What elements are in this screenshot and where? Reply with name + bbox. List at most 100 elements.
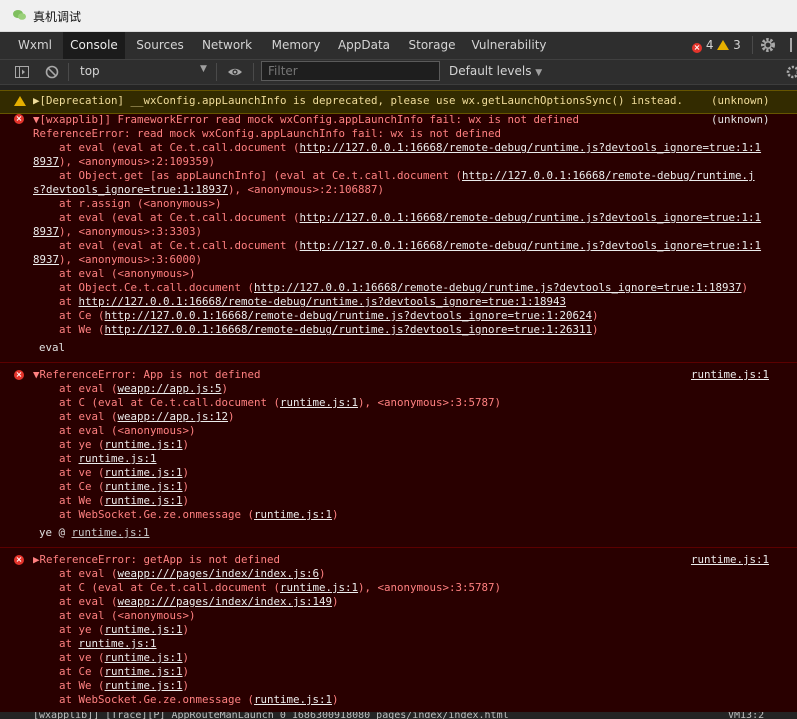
stack-link[interactable]: runtime.js:1 (105, 494, 183, 507)
stack-frame: at eval (eval at Ce.t.call.document ( (33, 211, 300, 224)
stack-frame: at r.assign (<anonymous>) (33, 197, 222, 210)
stack-link[interactable]: http://127.0.0.1:16668/remote-debug/runt… (105, 323, 593, 336)
tab-memory[interactable]: Memory (266, 32, 326, 59)
clear-console-icon[interactable] (44, 64, 60, 80)
stack-link[interactable]: runtime.js:1 (79, 452, 157, 465)
context-dropdown-icon[interactable]: ▼ (200, 64, 207, 74)
log-text: [wxapplib]] [Trace][P] AppRouteManLaunch… (33, 712, 509, 719)
stack-frame: ), <anonymous>:2:106887) (228, 183, 385, 196)
stack-link[interactable]: runtime.js:1 (105, 438, 183, 451)
error-source: (unknown) (711, 113, 770, 126)
stack-frame: at ye ( (33, 438, 105, 451)
tab-console[interactable]: Console (63, 32, 125, 59)
stack-frame: at We ( (33, 679, 105, 692)
warning-source: (unknown) (711, 94, 770, 107)
stack-frame: at Ce ( (33, 665, 105, 678)
stack-link[interactable]: http://127.0.0.1:16668/remote-debug/runt… (462, 169, 755, 182)
stack-link[interactable]: runtime.js:1 (254, 508, 332, 521)
stack-frame: at (33, 452, 79, 465)
stack-frame: ) (182, 466, 190, 479)
stack-frame: ) (182, 651, 190, 664)
stack-link[interactable]: weapp:///pages/index/index.js:6 (118, 567, 320, 580)
stack-frame: ) (332, 693, 339, 706)
stack-frame: at ye ( (33, 623, 105, 636)
context-selector[interactable]: top (80, 64, 100, 78)
stack-link[interactable]: 8937 (33, 253, 59, 266)
tab-network[interactable]: Network (196, 32, 258, 59)
stack-frame: at WebSocket.Ge.ze.onmessage ( (33, 693, 255, 706)
stack-frame: at C (eval at Ce.t.call.document ( (33, 396, 281, 409)
stack-frame: ), <anonymous>:3:5787) (358, 581, 502, 594)
stack-link[interactable]: runtime.js:1 (105, 651, 183, 664)
error-count-icon: × (692, 43, 702, 53)
stack-link[interactable]: http://127.0.0.1:16668/remote-debug/runt… (300, 239, 762, 252)
stack-link[interactable]: http://127.0.0.1:16668/remote-debug/runt… (254, 281, 742, 294)
stack-frame: ) (182, 623, 190, 636)
stack-link[interactable]: http://127.0.0.1:16668/remote-debug/runt… (79, 295, 567, 308)
toggle-sidebar-icon[interactable] (14, 64, 30, 80)
issue-counts[interactable]: × 4 3 (692, 38, 741, 53)
settings-gear-icon[interactable] (759, 36, 777, 54)
stack-frame: at (33, 295, 79, 308)
stack-link[interactable]: runtime.js:1 (79, 637, 157, 650)
stack-link[interactable]: http://127.0.0.1:16668/remote-debug/runt… (300, 141, 762, 154)
stack-frame: at eval ( (33, 410, 118, 423)
stack-frame: at eval ( (33, 567, 118, 580)
stack-frame: at eval (eval at Ce.t.call.document ( (33, 141, 300, 154)
stack-link[interactable]: runtime.js:1 (105, 679, 183, 692)
stack-frame: ), <anonymous>:3:5787) (358, 396, 502, 409)
stack-frame: at eval ( (33, 595, 118, 608)
stack-link[interactable]: runtime.js:1 (105, 480, 183, 493)
stack-link[interactable]: s?devtools_ignore=true:1:18937 (33, 183, 228, 196)
error-count: 4 (705, 38, 714, 52)
tab-appdata[interactable]: AppData (333, 32, 395, 59)
stack-link[interactable]: weapp://app.js:12 (118, 410, 229, 423)
stack-frame: at Object.Ce.t.call.document ( (33, 281, 255, 294)
stack-link[interactable]: http://127.0.0.1:16668/remote-debug/runt… (105, 309, 593, 322)
console-messages[interactable]: ▶[Deprecation] __wxConfig.appLaunchInfo … (0, 85, 797, 719)
more-options-icon[interactable] (788, 35, 794, 55)
next-log-message[interactable]: [wxapplib]] [Trace][P] AppRouteManLaunch… (0, 712, 797, 719)
stack-caller-link[interactable]: runtime.js:1 (72, 526, 150, 539)
stack-caller: eval (39, 341, 66, 354)
filter-input[interactable] (261, 61, 440, 81)
stack-frame: ) (332, 595, 339, 608)
message-divider (0, 362, 797, 363)
stack-link[interactable]: 8937 (33, 225, 59, 238)
stack-link[interactable]: runtime.js:1 (280, 581, 358, 594)
stack-frame: at eval (<anonymous>) (33, 424, 196, 437)
message-divider (0, 547, 797, 548)
tab-vulnerability[interactable]: Vulnerability (469, 32, 549, 59)
stack-link[interactable]: runtime.js:1 (105, 623, 183, 636)
stack-link[interactable]: runtime.js:1 (280, 396, 358, 409)
console-warning-message[interactable]: ▶[Deprecation] __wxConfig.appLaunchInfo … (0, 90, 797, 114)
tab-storage[interactable]: Storage (403, 32, 461, 59)
stack-link[interactable]: http://127.0.0.1:16668/remote-debug/runt… (300, 211, 762, 224)
stack-frame: ) (182, 665, 190, 678)
error-source-link[interactable]: runtime.js:1 (691, 368, 769, 382)
console-settings-gear-icon[interactable] (785, 64, 797, 80)
tab-sources[interactable]: Sources (131, 32, 189, 59)
live-expression-eye-icon[interactable] (227, 64, 243, 80)
stack-caller: ye @ (39, 526, 72, 539)
stack-frame: ) (319, 567, 326, 580)
stack-frame: at eval (eval at Ce.t.call.document ( (33, 239, 300, 252)
stack-link[interactable]: runtime.js:1 (105, 466, 183, 479)
log-levels-dropdown[interactable]: Default levels ▼ (449, 64, 542, 78)
stack-link[interactable]: weapp:///pages/index/index.js:149 (118, 595, 333, 608)
error-icon: × (14, 370, 24, 380)
stack-frame: at Object.get [as appLaunchInfo] (eval a… (33, 169, 463, 182)
stack-frame: ) (182, 480, 190, 493)
devtools-tab-bar: Wxml Console Sources Network Memory AppD… (0, 32, 797, 60)
window-title: 真机调试 (33, 10, 82, 24)
warning-count: 3 (733, 38, 741, 52)
stack-link[interactable]: runtime.js:1 (105, 665, 183, 678)
tab-wxml[interactable]: Wxml (10, 32, 60, 59)
error-source-link[interactable]: runtime.js:1 (691, 553, 769, 567)
stack-link[interactable]: 8937 (33, 155, 59, 168)
stack-frame: at We ( (33, 494, 105, 507)
stack-frame: at eval (<anonymous>) (33, 609, 196, 622)
stack-link[interactable]: runtime.js:1 (254, 693, 332, 706)
stack-link[interactable]: weapp://app.js:5 (118, 382, 222, 395)
divider (216, 63, 217, 81)
